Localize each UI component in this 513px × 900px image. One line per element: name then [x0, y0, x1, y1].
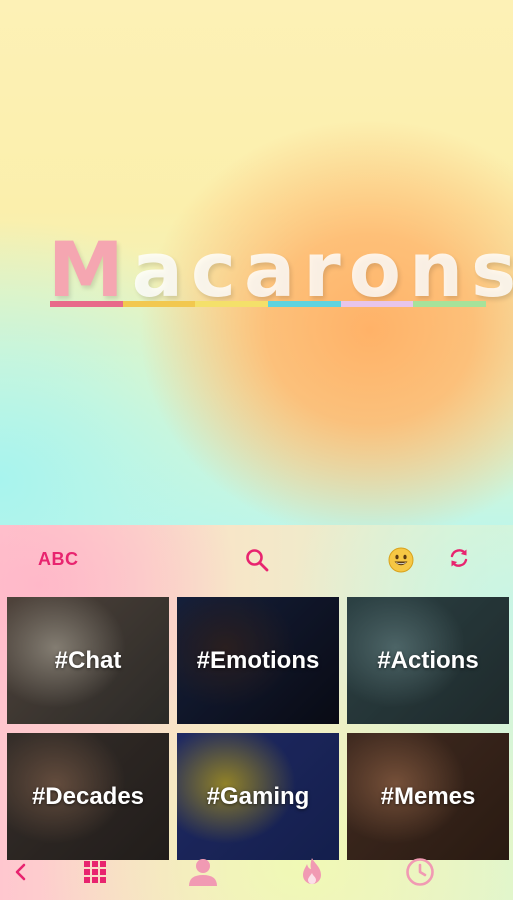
theme-preview: Macarons	[0, 0, 513, 525]
category-tile[interactable]: #Emotions	[177, 597, 339, 724]
brand-bar-segment	[195, 301, 269, 307]
brand-bar-segment	[340, 301, 414, 307]
category-label: #Emotions	[196, 646, 320, 674]
brand-bar-segment	[413, 301, 487, 307]
brand-logo: Macarons	[48, 225, 513, 315]
person-icon	[189, 859, 217, 886]
category-tile[interactable]: #Chat	[7, 597, 169, 724]
back-icon	[15, 863, 26, 881]
brand-bar-segment	[268, 301, 341, 307]
category-label: #Decades	[31, 782, 145, 810]
brand-color-bar	[50, 301, 487, 307]
category-tile[interactable]: #Gaming	[177, 733, 339, 860]
nav-recent[interactable]	[403, 857, 437, 887]
keyboard-toolbar: ABC	[0, 525, 513, 595]
category-tile[interactable]: #Memes	[347, 733, 509, 860]
category-label: #Gaming	[206, 782, 310, 810]
emoji-icon[interactable]	[388, 547, 414, 573]
nav-person[interactable]	[186, 857, 220, 887]
category-label: #Actions	[377, 646, 479, 674]
back-button[interactable]	[4, 857, 38, 887]
fire-icon	[303, 858, 321, 884]
abc-button[interactable]: ABC	[38, 549, 79, 570]
grid-icon	[84, 861, 106, 883]
category-tile[interactable]: #Actions	[347, 597, 509, 724]
category-label: #Memes	[380, 782, 476, 810]
keyboard-panel: ABC #Chat #Emotions #Actions #Decades #Gamin…	[0, 525, 513, 900]
search-icon[interactable]	[244, 547, 270, 573]
category-tile[interactable]: #Decades	[7, 733, 169, 860]
brand-bar-segment	[122, 301, 196, 307]
nav-trending[interactable]	[295, 857, 329, 887]
bottom-nav	[0, 845, 513, 900]
category-label: #Chat	[54, 646, 122, 674]
refresh-icon[interactable]	[448, 547, 470, 569]
clock-icon	[406, 858, 434, 886]
nav-grid[interactable]	[78, 857, 112, 887]
brand-title: Macarons	[48, 225, 513, 314]
brand-bar-segment	[50, 301, 123, 307]
